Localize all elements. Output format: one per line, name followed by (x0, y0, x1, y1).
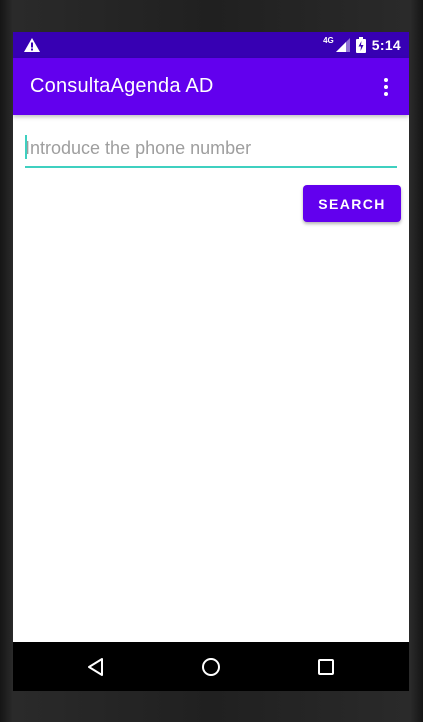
app-title: ConsultaAgenda AD (30, 75, 214, 97)
phone-number-input[interactable] (25, 132, 397, 168)
device-frame: 4G 5:14 ConsultaAgenda AD Introduce the … (0, 0, 423, 722)
menu-dot (384, 85, 388, 89)
recents-icon[interactable] (313, 654, 339, 680)
text-cursor (25, 135, 27, 159)
back-icon[interactable] (83, 654, 109, 680)
more-vert-icon[interactable] (371, 72, 401, 102)
app-bar: ConsultaAgenda AD (13, 58, 409, 115)
home-icon[interactable] (198, 654, 224, 680)
search-button[interactable]: SEARCH (303, 185, 401, 222)
navigation-bar (13, 642, 409, 691)
status-right: 4G 5:14 (323, 32, 401, 58)
status-time: 5:14 (371, 37, 401, 53)
signal-icon (335, 38, 350, 52)
menu-dot (384, 92, 388, 96)
network-type-label: 4G (323, 35, 334, 45)
warning-icon (24, 38, 40, 52)
battery-icon (355, 37, 366, 53)
status-bar: 4G 5:14 (13, 32, 409, 58)
screen: 4G 5:14 ConsultaAgenda AD Introduce the … (13, 32, 409, 691)
menu-dot (384, 78, 388, 82)
